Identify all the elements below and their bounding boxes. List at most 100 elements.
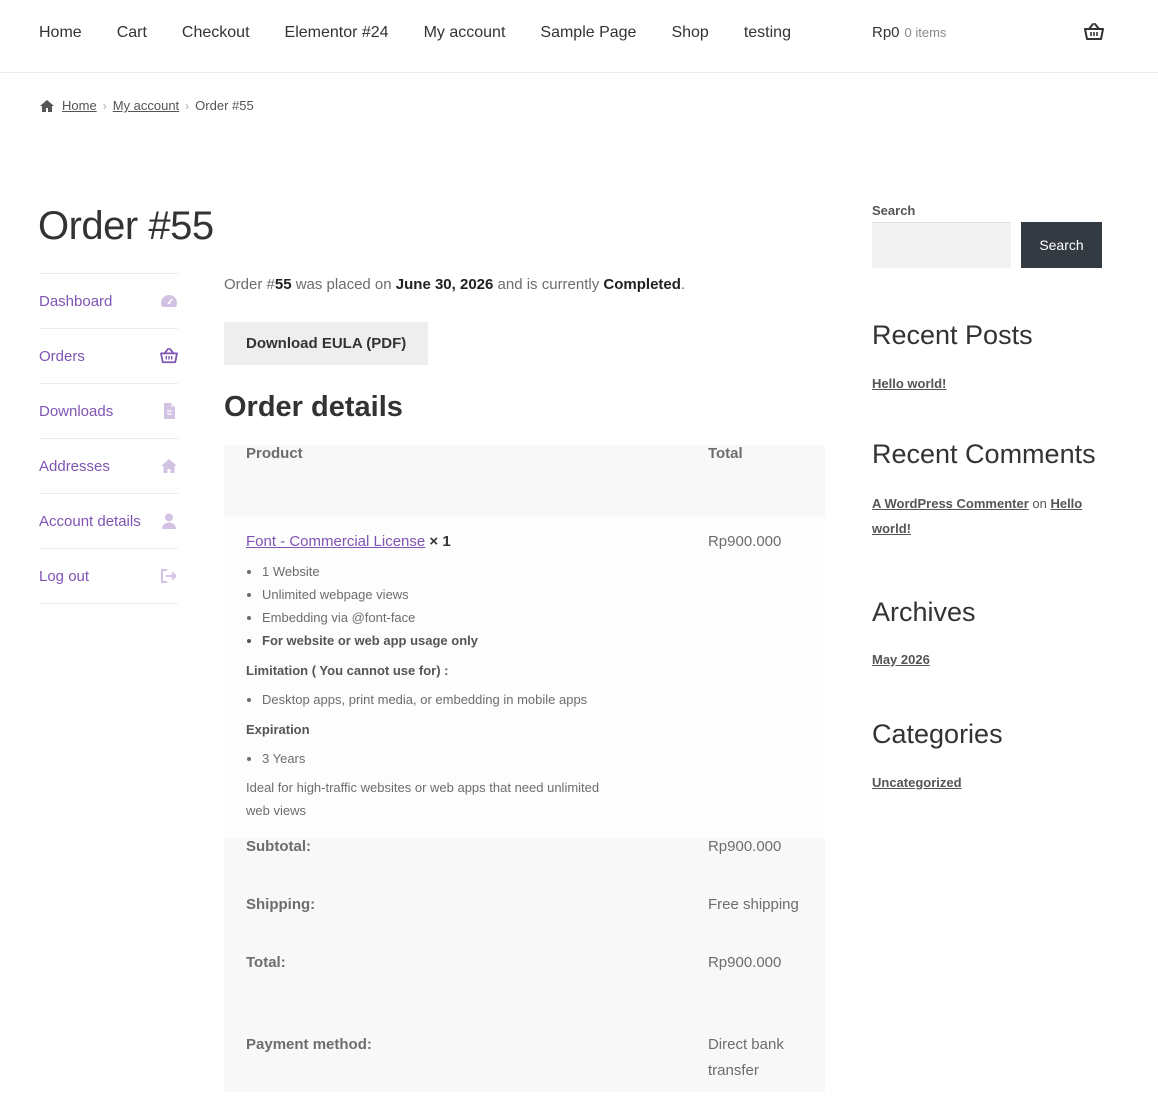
archive-link[interactable]: May 2026 [872,652,930,667]
page-title: Order #55 [38,204,214,248]
order-number: 55 [274,276,292,293]
product-link[interactable]: Font - Commercial License [246,533,425,550]
list-item: Embedding via @font-face [262,606,686,629]
shipping-row: Shipping: Free shipping [224,896,825,954]
nav-testing[interactable]: testing [744,22,791,44]
subtotal-value: Rp900.000 [685,838,825,896]
total-label: Total: [224,954,686,1012]
shipping-value: Free shipping [685,896,825,954]
payment-method-text: Direct bank transfer [707,1036,784,1079]
recent-comments-title: Recent Comments [872,439,1096,469]
account-nav-log-out[interactable]: Log out [39,549,178,604]
categories-title: Categories [872,719,1003,749]
account-nav-dashboard[interactable]: Dashboard [39,274,178,329]
home-icon [40,100,54,112]
payment-method-row: Payment method: Direct bank transfer [224,1012,825,1092]
list-item: 1 Website [262,560,686,583]
limitation-list: Desktop apps, print media, or embedding … [246,688,686,711]
breadcrumb: Home › My account › Order #55 [39,96,254,116]
list-item: Desktop apps, print media, or embedding … [262,688,686,711]
search-input[interactable] [872,222,1011,268]
user-icon [162,513,176,529]
product-description: Ideal for high-traffic websites or web a… [246,780,600,818]
comment-author-link[interactable]: A WordPress Commenter [872,496,1029,511]
order-details-title: Order details [224,391,403,423]
feature-list: 1 Website Unlimited webpage views Embedd… [246,560,686,652]
account-nav-label: Log out [39,567,90,585]
primary-nav: Home Cart Checkout Elementor #24 My acco… [39,22,826,44]
list-item: 3 Years [262,747,686,770]
breadcrumb-current: Order #55 [195,98,254,113]
table-header-row: Product Total [224,445,825,516]
home-icon [161,459,177,473]
list-item: For website or web app usage only [262,629,686,652]
nav-shop[interactable]: Shop [671,22,708,44]
account-nav-label: Account details [39,512,141,530]
subtotal-label: Subtotal: [224,838,686,896]
account-nav-account-details[interactable]: Account details [39,494,178,549]
account-nav-orders[interactable]: Orders [39,329,178,384]
account-nav-label: Addresses [39,457,110,475]
total-value: Rp900.000 [685,954,825,1012]
order-date: June 30, 2026 [395,276,494,293]
shipping-label: Shipping: [224,896,686,954]
payment-method-label: Payment method: [224,1012,686,1092]
nav-sample-page[interactable]: Sample Page [540,22,636,44]
order-details-table: Product Total Font - Commercial License … [224,445,825,1092]
recent-post-link[interactable]: Hello world! [872,376,946,391]
nav-my-account[interactable]: My account [424,22,506,44]
header-cart-summary[interactable]: Rp0 0 items [872,22,946,44]
recent-comment: A WordPress Commenter on Hello world! [872,491,1102,541]
basket-icon[interactable] [1084,22,1104,42]
dashboard-icon [161,295,177,307]
breadcrumb-my-account[interactable]: My account [113,96,179,116]
search-button[interactable]: Search [1021,222,1102,268]
order-intro-text: was placed on [291,276,396,293]
cart-total: Rp0 [872,24,900,41]
search-form: Search [872,222,1102,268]
breadcrumb-separator: › [185,99,190,113]
comment-on-text: on [1028,496,1051,511]
category-link[interactable]: Uncategorized [872,775,962,790]
account-nav-addresses[interactable]: Addresses [39,439,178,494]
breadcrumb-home[interactable]: Home [62,96,97,116]
recent-posts-title: Recent Posts [872,320,1033,350]
limitation-heading: Limitation ( You cannot use for) : [246,663,449,678]
expiration-heading: Expiration [246,722,310,737]
site-header: Home Cart Checkout Elementor #24 My acco… [0,0,1158,73]
order-intro-text: . [680,276,686,293]
account-nav-downloads[interactable]: Downloads [39,384,178,439]
account-nav-label: Orders [39,347,85,365]
total-row: Total: Rp900.000 [224,954,825,1012]
basket-icon [160,348,178,364]
table-row: Font - Commercial License × 1 1 Website … [224,516,825,838]
column-header-product: Product [224,445,686,516]
order-status: Completed [603,276,681,293]
list-item: Unlimited webpage views [262,583,686,606]
file-icon [164,403,175,419]
product-cell: Font - Commercial License × 1 1 Website … [224,516,686,838]
cart-count: 0 items [904,25,947,40]
payment-method-value: Direct bank transfer [685,1012,825,1092]
nav-cart[interactable]: Cart [117,22,147,44]
order-content: Order #55 was placed on June 30, 2026 an… [224,270,825,1092]
nav-home[interactable]: Home [39,22,82,44]
search-label: Search [872,203,916,218]
download-eula-button[interactable]: Download EULA (PDF) [224,322,429,365]
breadcrumb-separator: › [102,99,107,113]
subtotal-row: Subtotal: Rp900.000 [224,838,825,896]
expiration-list: 3 Years [246,747,686,770]
order-intro-text: Order # [224,276,275,293]
product-total: Rp900.000 [685,516,825,838]
sidebar: Search Search Recent Posts Hello world! … [872,203,1102,792]
logout-icon [161,569,177,583]
account-nav-label: Downloads [39,402,114,420]
account-navigation: Dashboard Orders Downloads Addresses Acc… [39,273,178,604]
order-intro-text: and is currently [493,276,604,293]
nav-checkout[interactable]: Checkout [182,22,250,44]
nav-elementor[interactable]: Elementor #24 [285,22,389,44]
archives-title: Archives [872,597,976,627]
account-nav-label: Dashboard [39,292,113,310]
order-intro: Order #55 was placed on June 30, 2026 an… [224,270,825,300]
column-header-total: Total [685,445,825,516]
